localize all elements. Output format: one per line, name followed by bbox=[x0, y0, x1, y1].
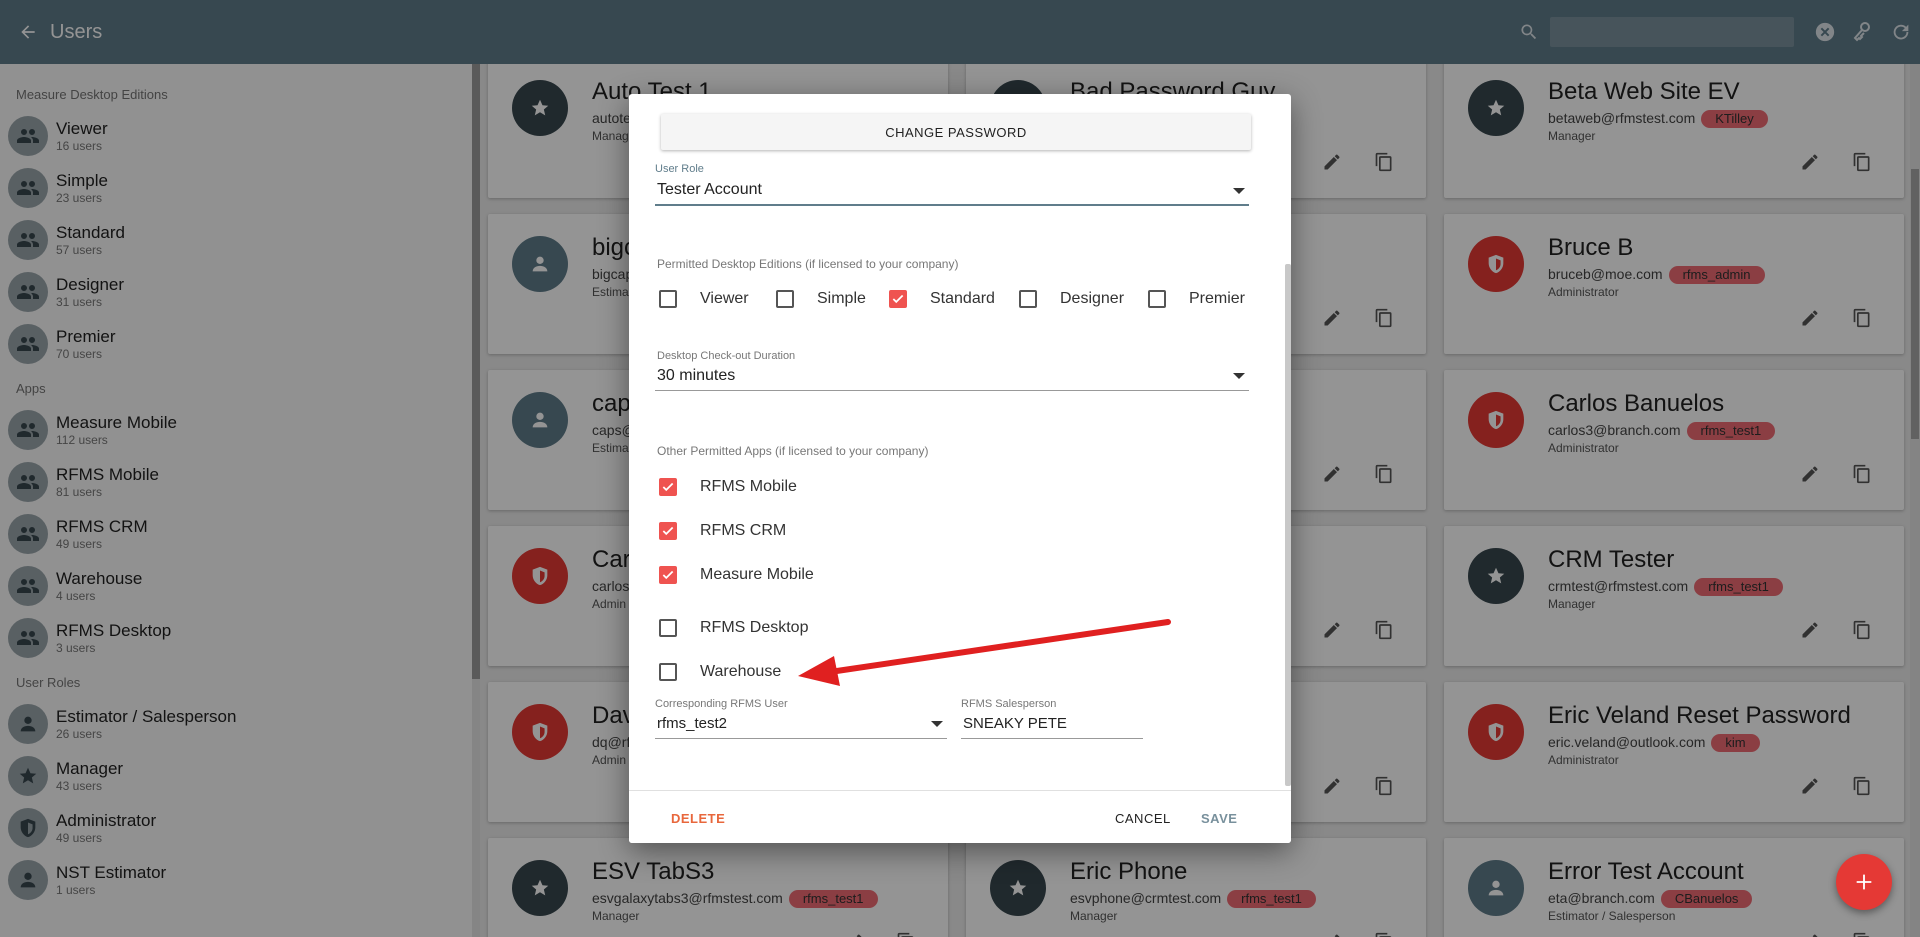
apps-label: Other Permitted Apps (if licensed to you… bbox=[657, 444, 929, 458]
save-button[interactable]: SAVE bbox=[1189, 801, 1249, 835]
checkbox-label: RFMS Mobile bbox=[700, 478, 797, 495]
edition-checkbox-standard[interactable]: Standard bbox=[889, 290, 995, 308]
checkout-duration-select[interactable]: 30 minutes bbox=[655, 361, 1249, 391]
app-checkbox-measure-mobile[interactable]: Measure Mobile bbox=[659, 566, 814, 584]
checkbox-box[interactable] bbox=[659, 478, 677, 496]
checkbox-box[interactable] bbox=[776, 290, 794, 308]
checkbox-box[interactable] bbox=[659, 290, 677, 308]
checkbox-label: Premier bbox=[1189, 290, 1246, 307]
edition-checkbox-simple[interactable]: Simple bbox=[776, 290, 866, 308]
change-password-button[interactable]: CHANGE PASSWORD bbox=[661, 114, 1251, 150]
user-role-value: Tester Account bbox=[657, 181, 762, 198]
checkbox-box[interactable] bbox=[659, 619, 677, 637]
checkbox-box[interactable] bbox=[659, 566, 677, 584]
app-checkbox-warehouse[interactable]: Warehouse bbox=[659, 663, 781, 681]
checkbox-label: Simple bbox=[817, 290, 866, 307]
checkmark-icon bbox=[662, 526, 674, 536]
checkbox-label: Warehouse bbox=[700, 663, 782, 680]
checkout-duration-value: 30 minutes bbox=[657, 366, 736, 384]
annotation-arrow-icon bbox=[798, 619, 1171, 686]
checkbox-box[interactable] bbox=[889, 290, 907, 308]
checkmark-icon bbox=[662, 482, 674, 492]
edition-checkbox-viewer[interactable]: Viewer bbox=[659, 290, 749, 308]
checkbox-box[interactable] bbox=[1148, 290, 1166, 308]
salesperson-input[interactable] bbox=[961, 709, 1143, 739]
dialog-actions: DELETE CANCEL SAVE bbox=[629, 790, 1291, 843]
chevron-down-icon bbox=[931, 721, 943, 727]
checkbox-label: Measure Mobile bbox=[700, 566, 814, 583]
edit-user-dialog: CHANGE PASSWORD User Role Tester Account… bbox=[629, 94, 1291, 843]
delete-button[interactable]: DELETE bbox=[659, 801, 737, 835]
chevron-down-icon bbox=[1233, 373, 1245, 379]
plus-icon bbox=[1856, 874, 1872, 890]
edition-checkbox-designer[interactable]: Designer bbox=[1019, 290, 1124, 308]
app-checkbox-rfms-mobile[interactable]: RFMS Mobile bbox=[659, 478, 797, 496]
checkbox-box[interactable] bbox=[659, 663, 677, 681]
checkbox-label: RFMS CRM bbox=[700, 522, 787, 539]
editions-label: Permitted Desktop Editions (if licensed … bbox=[657, 257, 959, 271]
checkbox-box[interactable] bbox=[1019, 290, 1037, 308]
app-checkbox-rfms-desktop[interactable]: RFMS Desktop bbox=[659, 619, 808, 637]
checkmark-icon bbox=[662, 570, 674, 580]
app-checkbox-rfms-crm[interactable]: RFMS CRM bbox=[659, 522, 786, 540]
checkbox-box[interactable] bbox=[659, 522, 677, 540]
add-user-button[interactable] bbox=[1836, 854, 1892, 910]
checkbox-label: Designer bbox=[1060, 290, 1125, 307]
dialog-scrollbar[interactable] bbox=[1285, 264, 1291, 786]
user-role-select[interactable]: Tester Account bbox=[655, 176, 1249, 206]
checkmark-icon bbox=[892, 294, 904, 304]
edition-checkbox-premier[interactable]: Premier bbox=[1148, 290, 1245, 308]
checkbox-label: Viewer bbox=[700, 290, 749, 307]
user-role-label: User Role bbox=[655, 163, 704, 175]
checkbox-label: Standard bbox=[930, 290, 995, 307]
rfms-user-value: rfms_test2 bbox=[657, 715, 728, 732]
chevron-down-icon bbox=[1233, 188, 1245, 194]
cancel-button[interactable]: CANCEL bbox=[1103, 801, 1183, 835]
rfms-user-select[interactable]: rfms_test2 bbox=[655, 709, 947, 739]
